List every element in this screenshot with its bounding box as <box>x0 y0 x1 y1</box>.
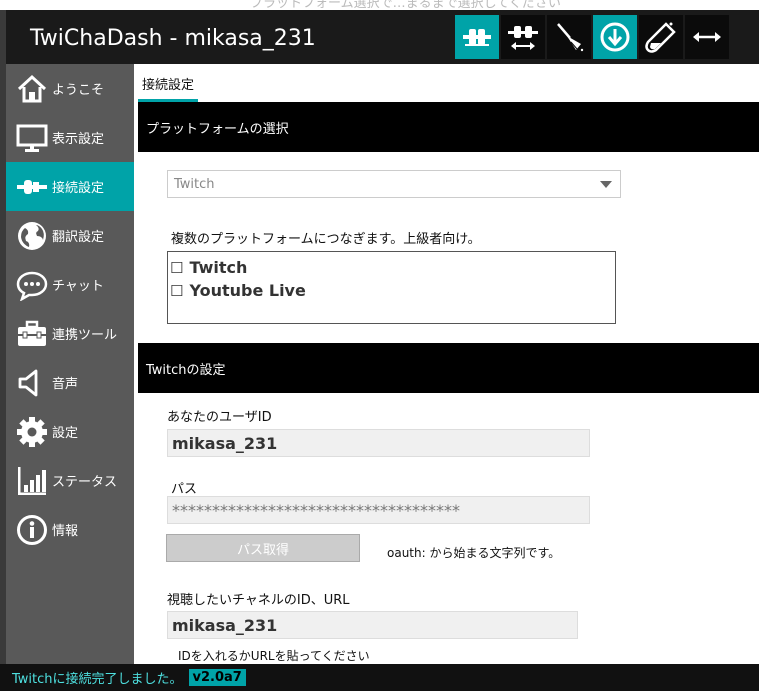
platform-select[interactable]: Twitch <box>167 170 621 198</box>
get-pass-button[interactable]: パス取得 <box>166 534 360 562</box>
platform-select-value: Twitch <box>174 176 215 192</box>
platform-option-label: Twitch <box>189 258 248 277</box>
gear-icon <box>14 414 50 450</box>
info-icon <box>14 512 50 548</box>
sidebar-item-label: 設定 <box>52 426 79 441</box>
channel-field[interactable]: mikasa_231 <box>167 611 578 639</box>
broom-icon <box>557 23 584 52</box>
user-id-label: あなたのユーザID <box>167 410 272 425</box>
status-text: Twitchに接続完了しました。 <box>12 672 183 687</box>
oauth-note: oauth: から始まる文字列です。 <box>387 546 561 560</box>
plug-disconnected-icon <box>508 26 538 50</box>
checkbox-icon[interactable]: ☐ <box>170 259 183 277</box>
platform-option-twitch[interactable]: ☐ Twitch <box>170 256 615 279</box>
plug-icon <box>14 169 50 205</box>
sidebar-item-label: 翻訳設定 <box>52 230 105 245</box>
sidebar: ようこそ 表示設定 接続設定 翻訳設定 チャット 連携ツール 音声 設定 ステー… <box>6 64 134 664</box>
sidebar-item-label: 接続設定 <box>52 181 105 196</box>
resize-button[interactable] <box>685 15 729 59</box>
sidebar-item-label: 音声 <box>52 377 79 392</box>
horizontal-resize-icon <box>693 32 721 42</box>
checkbox-icon[interactable]: ☐ <box>170 282 183 300</box>
pass-label: パス <box>171 482 198 497</box>
chevron-down-icon <box>600 181 612 188</box>
sidebar-item-label: 連携ツール <box>52 328 118 343</box>
globe-icon <box>14 218 50 254</box>
test-button[interactable] <box>639 15 683 59</box>
tab-connection-settings[interactable]: 接続設定 <box>138 74 199 102</box>
connect-button[interactable] <box>455 15 499 59</box>
clipped-hint-text: プラットフォーム選択で…まるまで選択してください <box>250 0 561 10</box>
clipped-top-text: プラットフォーム選択で…まるまで選択してください <box>0 0 759 10</box>
toolbar <box>455 15 731 59</box>
clear-button[interactable] <box>547 15 591 59</box>
test-tube-icon <box>645 22 676 53</box>
download-icon <box>600 22 630 52</box>
speaker-icon <box>14 365 50 401</box>
main-panel: 接続設定 プラットフォームの選択 Twitch 複数のプラットフォームにつなぎま… <box>134 64 759 664</box>
app-title: TwiChaDash - mikasa_231 <box>30 26 316 51</box>
sidebar-item-audio[interactable]: 音声 <box>6 358 134 407</box>
sidebar-item-translation[interactable]: 翻訳設定 <box>6 211 134 260</box>
monitor-icon <box>14 120 50 156</box>
sidebar-item-chat[interactable]: チャット <box>6 260 134 309</box>
plug-connected-icon <box>463 29 491 46</box>
home-icon <box>14 71 50 107</box>
sidebar-item-label: 情報 <box>52 524 79 539</box>
platform-option-label: Youtube Live <box>189 281 306 300</box>
tab-strip: 接続設定 <box>134 64 759 102</box>
sidebar-item-label: 表示設定 <box>52 132 105 147</box>
channel-label: 視聴したいチャネルのID、URL <box>167 593 350 608</box>
section-header-platform: プラットフォームの選択 <box>138 102 759 152</box>
download-button[interactable] <box>593 15 637 59</box>
platform-option-youtube[interactable]: ☐ Youtube Live <box>170 279 615 302</box>
platform-list[interactable]: ☐ Twitch ☐ Youtube Live <box>167 251 616 324</box>
sidebar-item-connection[interactable]: 接続設定 <box>6 162 134 211</box>
sidebar-item-info[interactable]: 情報 <box>6 505 134 554</box>
channel-note: IDを入れるかURLを貼ってください <box>178 649 370 663</box>
sidebar-item-status[interactable]: ステータス <box>6 456 134 505</box>
sidebar-item-label: チャット <box>52 279 104 294</box>
disconnect-button[interactable] <box>501 15 545 59</box>
multi-platform-note: 複数のプラットフォームにつなぎます。上級者向け。 <box>171 232 481 247</box>
pass-field[interactable]: ************************************ <box>167 496 590 524</box>
bar-chart-icon <box>14 463 50 499</box>
sidebar-item-display[interactable]: 表示設定 <box>6 113 134 162</box>
chat-bubble-icon <box>14 267 50 303</box>
status-bar: Twitchに接続完了しました。 v2.0a7 <box>0 664 759 691</box>
sidebar-item-welcome[interactable]: ようこそ <box>6 64 134 113</box>
toolbox-icon <box>14 316 50 352</box>
title-bar: TwiChaDash - mikasa_231 <box>6 10 759 64</box>
user-id-field[interactable]: mikasa_231 <box>167 429 590 457</box>
sidebar-item-tools[interactable]: 連携ツール <box>6 309 134 358</box>
version-badge: v2.0a7 <box>188 669 246 686</box>
section-header-twitch: Twitchの設定 <box>138 343 759 393</box>
sidebar-item-settings[interactable]: 設定 <box>6 407 134 456</box>
sidebar-item-label: ステータス <box>52 475 118 490</box>
sidebar-item-label: ようこそ <box>52 83 105 98</box>
